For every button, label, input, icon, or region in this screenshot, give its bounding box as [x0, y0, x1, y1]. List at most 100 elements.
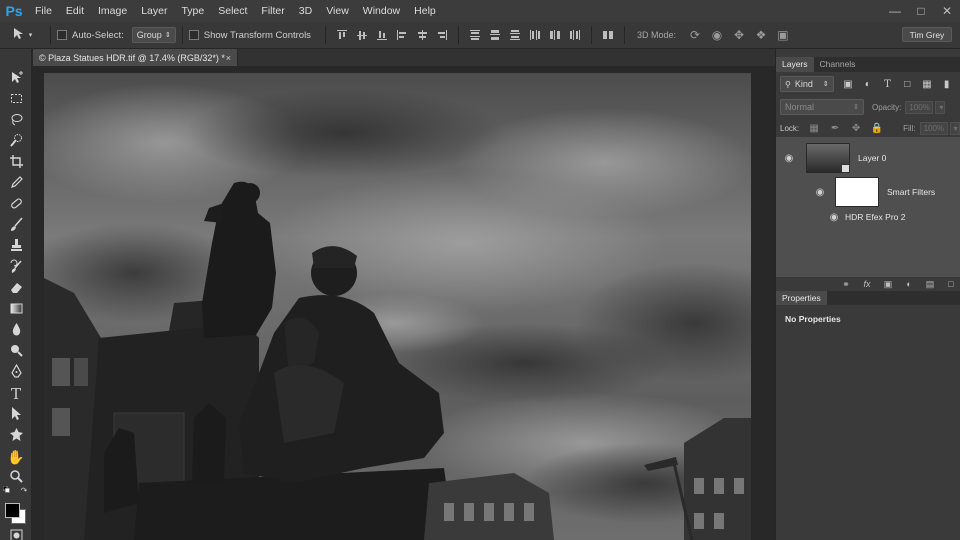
- lock-brush-icon[interactable]: ✒: [828, 121, 842, 135]
- filter-shape-icon[interactable]: □: [901, 77, 914, 91]
- menu-file[interactable]: File: [28, 0, 59, 22]
- quick-mask-button[interactable]: [4, 527, 28, 540]
- dropdown-arrows-icon: ⇕: [164, 32, 171, 39]
- image-canvas[interactable]: [44, 73, 751, 540]
- auto-align-layers-icon[interactable]: [601, 28, 615, 42]
- distribute-hcenter-icon[interactable]: [548, 28, 562, 42]
- menu-image[interactable]: Image: [91, 0, 134, 22]
- document-tab[interactable]: © Plaza Statues HDR.tif @ 17.4% (RGB/32*…: [33, 49, 238, 66]
- brush-tool[interactable]: [4, 216, 28, 236]
- menu-3d[interactable]: 3D: [292, 0, 319, 22]
- menu-help[interactable]: Help: [407, 0, 443, 22]
- layer-style-icon[interactable]: fx: [861, 278, 873, 290]
- menu-select[interactable]: Select: [211, 0, 254, 22]
- dodge-tool[interactable]: [4, 342, 28, 362]
- filter-adjustment-icon[interactable]: ◐: [861, 77, 874, 91]
- visibility-eye-icon[interactable]: ◉: [827, 210, 841, 224]
- lock-row: Lock: ▦ ✒ ✥ 🔒 Fill: 100% ▾: [780, 121, 960, 135]
- quick-select-tool[interactable]: [4, 132, 28, 152]
- move-tool[interactable]: [4, 69, 28, 89]
- smart-filters-row[interactable]: ◉ Smart Filters: [776, 177, 960, 207]
- tab-channels[interactable]: Channels: [814, 57, 862, 72]
- healing-brush-tool[interactable]: [4, 195, 28, 215]
- filter-smart-object-icon[interactable]: ▦: [921, 77, 934, 91]
- lock-move-icon[interactable]: ✥: [849, 121, 863, 135]
- menu-view[interactable]: View: [319, 0, 356, 22]
- fill-slider-icon[interactable]: ▾: [949, 121, 960, 135]
- lasso-tool[interactable]: [4, 111, 28, 131]
- path-select-tool[interactable]: [4, 405, 28, 425]
- blend-mode-dropdown[interactable]: Normal ⇕: [780, 99, 864, 115]
- 3d-roll-icon[interactable]: ◉: [709, 27, 725, 43]
- distribute-vcenter-icon[interactable]: [488, 28, 502, 42]
- opacity-field[interactable]: 100%: [905, 100, 934, 114]
- filter-row[interactable]: ◉ HDR Efex Pro 2: [776, 209, 960, 225]
- type-tool[interactable]: T: [4, 384, 28, 404]
- 3d-scale-icon[interactable]: ▣: [775, 27, 791, 43]
- new-group-icon[interactable]: ▤: [924, 278, 936, 290]
- align-hcenter-icon[interactable]: [415, 28, 429, 42]
- link-layers-icon[interactable]: ⚭: [840, 278, 852, 290]
- hand-tool[interactable]: ✋: [4, 447, 28, 467]
- align-right-icon[interactable]: [435, 28, 449, 42]
- workspace-switcher[interactable]: Tim Grey: [902, 27, 952, 42]
- menu-window[interactable]: Window: [356, 0, 407, 22]
- visibility-eye-icon[interactable]: ◉: [782, 151, 796, 165]
- 3d-rotate-icon[interactable]: ⟳: [687, 27, 703, 43]
- properties-panel-tabs: Properties: [776, 291, 960, 305]
- gradient-tool[interactable]: [4, 300, 28, 320]
- lock-all-icon[interactable]: 🔒: [870, 121, 884, 135]
- align-left-icon[interactable]: [395, 28, 409, 42]
- blur-tool[interactable]: [4, 321, 28, 341]
- bandage-icon: [9, 196, 24, 214]
- swap-colors-icon[interactable]: ↷: [18, 485, 30, 495]
- tool-preset-picker[interactable]: ▾: [0, 22, 44, 49]
- close-tab-icon[interactable]: ×: [226, 53, 231, 63]
- lock-transparent-icon[interactable]: ▦: [807, 121, 821, 135]
- filter-type-icon[interactable]: T: [881, 77, 894, 91]
- tab-layers[interactable]: Layers: [776, 57, 814, 72]
- align-bottom-icon[interactable]: [375, 28, 389, 42]
- fill-field[interactable]: 100%: [919, 121, 948, 135]
- history-brush-tool[interactable]: [4, 258, 28, 278]
- default-colors-icon[interactable]: [2, 485, 12, 495]
- distribute-bottom-icon[interactable]: [508, 28, 522, 42]
- auto-select-dropdown[interactable]: Group ⇕: [131, 27, 176, 43]
- minimize-icon[interactable]: —: [882, 0, 908, 22]
- layers-panel-tabs: Layers Channels: [776, 57, 960, 72]
- align-vcenter-icon[interactable]: [355, 28, 369, 42]
- distribute-right-icon[interactable]: [568, 28, 582, 42]
- filter-pixel-icon[interactable]: ▣: [842, 77, 855, 91]
- layer-kind-dropdown[interactable]: ⚲ Kind ⇕: [780, 76, 834, 92]
- layer-row[interactable]: ◉ Layer 0: [776, 142, 960, 174]
- filter-toggle-icon[interactable]: ▮: [940, 77, 953, 91]
- align-top-icon[interactable]: [335, 28, 349, 42]
- visibility-eye-icon[interactable]: ◉: [813, 185, 827, 199]
- menu-edit[interactable]: Edit: [59, 0, 91, 22]
- clone-stamp-tool[interactable]: [4, 237, 28, 257]
- close-icon[interactable]: ✕: [934, 0, 960, 22]
- restore-icon[interactable]: □: [908, 0, 934, 22]
- menu-type[interactable]: Type: [174, 0, 211, 22]
- add-mask-icon[interactable]: ▣: [882, 278, 894, 290]
- crop-tool[interactable]: [4, 153, 28, 173]
- 3d-slide-icon[interactable]: ❖: [753, 27, 769, 43]
- opacity-slider-icon[interactable]: ▾: [935, 100, 946, 114]
- new-layer-icon[interactable]: □: [945, 278, 957, 290]
- tab-properties[interactable]: Properties: [776, 291, 827, 305]
- shape-tool[interactable]: [4, 426, 28, 446]
- eraser-tool[interactable]: [4, 279, 28, 299]
- menu-layer[interactable]: Layer: [134, 0, 174, 22]
- menu-filter[interactable]: Filter: [254, 0, 291, 22]
- distribute-left-icon[interactable]: [528, 28, 542, 42]
- pen-tool[interactable]: [4, 363, 28, 383]
- marquee-tool[interactable]: [4, 90, 28, 110]
- auto-select-checkbox[interactable]: [57, 30, 67, 40]
- eyedropper-tool[interactable]: [4, 174, 28, 194]
- adjustment-layer-icon[interactable]: ◐: [903, 278, 915, 290]
- foreground-color-swatch[interactable]: [5, 503, 20, 518]
- distribute-top-icon[interactable]: [468, 28, 482, 42]
- 3d-drag-icon[interactable]: ✥: [731, 27, 747, 43]
- transform-controls-checkbox[interactable]: [188, 30, 199, 40]
- divider: [181, 26, 183, 44]
